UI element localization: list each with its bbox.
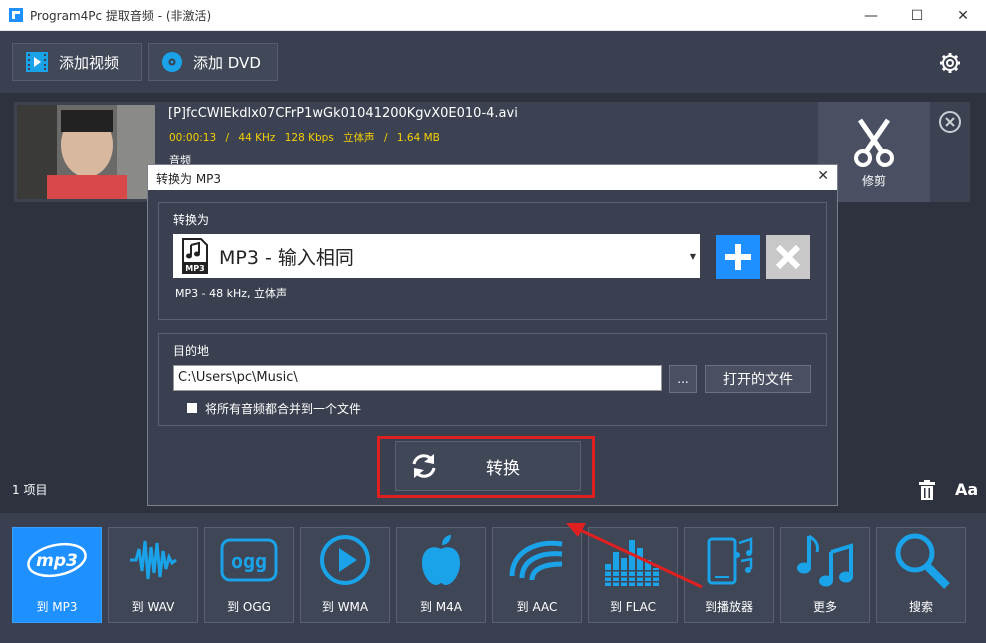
selected-format: MP3 - 输入相同 xyxy=(219,246,354,269)
svg-text:ogg: ogg xyxy=(231,549,267,573)
disc-icon xyxy=(161,51,183,73)
file-size: 1.64 MB xyxy=(396,132,440,144)
format-ogg-button[interactable]: ogg 到 OGG xyxy=(204,527,294,623)
format-label: 搜索 xyxy=(908,600,933,614)
dialog-title-bar: 转换为 MP3 ✕ xyxy=(148,165,837,190)
channels: 立体声 xyxy=(343,132,375,144)
format-select[interactable]: MP3 MP3 - 输入相同 ▼ xyxy=(173,234,700,278)
add-dvd-button[interactable]: 添加 DVD xyxy=(148,43,278,81)
app-logo-icon xyxy=(9,8,23,22)
gear-icon[interactable] xyxy=(938,51,962,75)
format-m4a-button[interactable]: 到 M4A xyxy=(396,527,486,623)
highlight-box xyxy=(377,436,595,498)
minimize-button[interactable]: — xyxy=(848,0,894,31)
format-label: 到 M4A xyxy=(419,600,462,614)
ogg-icon: ogg xyxy=(220,528,278,592)
meta-sep: / xyxy=(225,132,230,144)
meta-sep: / xyxy=(384,132,388,144)
merge-label: 将所有音频都合并到一个文件 xyxy=(205,402,362,416)
mp3-file-icon: MP3 xyxy=(182,238,208,274)
close-window-button[interactable]: ✕ xyxy=(940,0,986,31)
open-folder-button[interactable]: 打开的文件 xyxy=(705,365,811,393)
format-label: 到播放器 xyxy=(704,600,753,614)
format-label: 到 MP3 xyxy=(36,600,78,614)
browse-button[interactable]: ... xyxy=(669,365,697,393)
maximize-button[interactable]: ☐ xyxy=(894,0,940,31)
title-bar: Program4Pc 提取音频 - (非激活) — ☐ ✕ xyxy=(0,0,986,31)
file-meta: 00:00:13 / 44 KHz 128 Kbps 立体声 / 1.64 MB xyxy=(169,130,446,145)
file-name: [P]fcCWIEkdlx07CFrP1wGk01041200KgvX0E010… xyxy=(168,106,518,121)
format-wav-button[interactable]: 到 WAV xyxy=(108,527,198,623)
trim-label: 修剪 xyxy=(861,174,886,188)
convert-to-group: 转换为 MP3 MP3 - 输入相同 ▼ MP3 - 48 kHz, 立体声 xyxy=(158,202,827,320)
remove-item-icon[interactable] xyxy=(938,110,962,134)
x-icon xyxy=(775,244,801,270)
remove-profile-button[interactable] xyxy=(766,235,810,279)
format-bar: mp3 到 MP3 到 WAV ogg 到 OGG 到 WMA 到 M4A 到 … xyxy=(0,513,986,643)
format-label: 到 WMA xyxy=(321,600,369,614)
format-label: 到 FLAC xyxy=(609,600,657,614)
destination-label: 目的地 xyxy=(173,344,210,358)
svg-text:mp3: mp3 xyxy=(36,551,78,571)
add-video-button[interactable]: 添加视频 xyxy=(12,43,142,81)
bitrate: 128 Kbps xyxy=(284,132,334,144)
add-profile-button[interactable] xyxy=(716,235,760,279)
format-wma-button[interactable]: 到 WMA xyxy=(300,527,390,623)
plus-icon xyxy=(725,244,751,270)
window-title: Program4Pc 提取音频 - (非激活) xyxy=(30,9,212,23)
destination-group: 目的地 C:\Users\pc\Music\ ... 打开的文件 将所有音频都合… xyxy=(158,333,827,426)
item-count: 1 项目 xyxy=(12,483,48,497)
apple-icon xyxy=(418,528,464,592)
search-icon xyxy=(891,528,951,592)
mp3-icon: mp3 xyxy=(25,528,89,592)
annotation-arrow-icon xyxy=(566,523,703,589)
format-mp3-button[interactable]: mp3 到 MP3 xyxy=(12,527,102,623)
aac-waves-icon xyxy=(508,528,566,592)
film-icon xyxy=(25,51,49,73)
dialog-title: 转换为 MP3 xyxy=(156,172,222,186)
chevron-down-icon: ▼ xyxy=(689,252,696,261)
format-label: 到 OGG xyxy=(227,600,271,614)
format-more-button[interactable]: 更多 xyxy=(780,527,870,623)
add-dvd-label: 添加 DVD xyxy=(193,53,261,72)
convert-to-label: 转换为 xyxy=(173,213,210,227)
music-notes-icon xyxy=(795,528,855,592)
format-description: MP3 - 48 kHz, 立体声 xyxy=(175,287,287,300)
svg-text:MP3: MP3 xyxy=(185,264,204,273)
format-label: 更多 xyxy=(812,600,837,614)
video-thumbnail xyxy=(17,105,155,199)
format-label: 到 AAC xyxy=(516,600,558,614)
format-search-button[interactable]: 搜索 xyxy=(876,527,966,623)
add-video-label: 添加视频 xyxy=(59,53,120,72)
format-label: 到 WAV xyxy=(131,600,175,614)
dialog-close-button[interactable]: ✕ xyxy=(817,168,829,184)
play-circle-icon xyxy=(319,528,371,592)
trash-icon[interactable] xyxy=(918,480,936,500)
scissors-icon xyxy=(854,118,894,167)
font-size-button[interactable]: Aa xyxy=(955,480,978,499)
toolbar: 添加视频 添加 DVD xyxy=(0,31,986,93)
sample-rate: 44 KHz xyxy=(238,132,276,144)
destination-input[interactable]: C:\Users\pc\Music\ xyxy=(173,365,662,391)
duration: 00:00:13 xyxy=(169,132,217,144)
merge-checkbox[interactable] xyxy=(187,403,197,413)
waveform-icon xyxy=(128,528,178,592)
